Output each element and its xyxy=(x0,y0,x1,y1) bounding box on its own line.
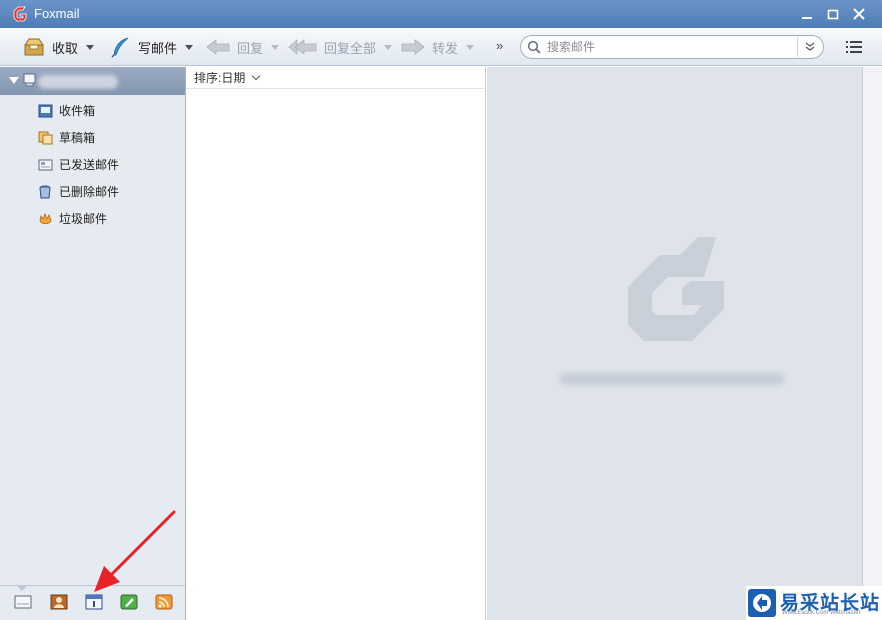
folder-spam[interactable]: 垃圾邮件 xyxy=(0,205,185,232)
folder-label: 垃圾邮件 xyxy=(59,212,108,226)
search-box xyxy=(520,35,824,59)
feather-pen-icon xyxy=(111,37,129,58)
preview-pane xyxy=(487,67,862,620)
reply-arrow-icon xyxy=(206,39,230,55)
double-chevron-down-icon xyxy=(805,42,815,51)
reply-label: 回复 xyxy=(237,40,264,56)
active-tab-indicator xyxy=(16,585,28,591)
folder-label: 已发送邮件 xyxy=(59,158,120,172)
right-edge-strip xyxy=(862,67,882,620)
account-name-redacted xyxy=(38,75,118,89)
forward-button[interactable]: 转发 xyxy=(400,33,475,61)
expand-triangle-icon[interactable] xyxy=(9,77,19,84)
reply-all-button[interactable]: 回复全部 xyxy=(288,33,393,61)
minimize-icon xyxy=(802,17,812,19)
message-list: 排序:日期 xyxy=(186,67,486,620)
redacted-text xyxy=(559,373,785,385)
easck-logo-icon xyxy=(748,589,776,617)
more-tools-button[interactable]: » xyxy=(496,38,503,53)
window-title: Foxmail xyxy=(34,6,80,21)
receive-button[interactable]: 收取 xyxy=(22,33,95,61)
folder-inbox[interactable]: 收件箱 xyxy=(0,97,185,124)
compose-button[interactable]: 写邮件 xyxy=(110,33,194,61)
chevron-down-icon[interactable] xyxy=(86,44,95,50)
mail-tab-icon[interactable] xyxy=(14,594,32,610)
calendar-tab-icon[interactable] xyxy=(85,594,103,610)
site-watermark: 易采站长站 Www.Easck.Com Webmaster xyxy=(746,586,882,620)
rss-tab-icon[interactable] xyxy=(155,594,173,610)
close-icon xyxy=(853,8,865,20)
chevron-down-icon[interactable] xyxy=(466,44,475,50)
sent-icon xyxy=(38,159,53,170)
toolbar: 收取 写邮件 回复 回复全部 转发 » xyxy=(0,28,882,66)
sort-label: 排序:日期 xyxy=(194,71,246,85)
folder-trash[interactable]: 已删除邮件 xyxy=(0,178,185,205)
inbox-tray-icon xyxy=(24,38,44,56)
folder-list: 收件箱 草稿箱 已发送邮件 已删除邮件 垃圾邮件 xyxy=(0,97,185,232)
maximize-button[interactable] xyxy=(822,4,844,24)
search-input[interactable] xyxy=(547,38,787,56)
chevron-down-icon[interactable] xyxy=(185,44,194,50)
folder-panel: 收件箱 草稿箱 已发送邮件 已删除邮件 垃圾邮件 xyxy=(0,67,186,620)
notes-tab-icon[interactable] xyxy=(120,594,138,610)
chevron-down-icon[interactable] xyxy=(271,44,280,50)
chevron-down-icon[interactable] xyxy=(384,44,393,50)
foxmail-logo-icon xyxy=(13,6,27,22)
search-options-button[interactable] xyxy=(797,37,821,57)
trash-icon xyxy=(39,185,51,198)
foxmail-watermark-logo xyxy=(628,237,724,341)
account-header[interactable] xyxy=(0,67,185,95)
spam-icon xyxy=(39,212,52,224)
close-button[interactable] xyxy=(848,4,870,24)
forward-label: 转发 xyxy=(432,40,459,56)
compose-label: 写邮件 xyxy=(138,40,178,56)
watermark-subtitle: Www.Easck.Com Webmaster xyxy=(782,610,861,616)
reply-all-label: 回复全部 xyxy=(324,40,377,56)
folder-label: 草稿箱 xyxy=(59,131,96,145)
chevron-down-icon[interactable] xyxy=(252,71,261,81)
contacts-tab-icon[interactable] xyxy=(50,594,68,610)
reply-button[interactable]: 回复 xyxy=(205,33,280,61)
folder-label: 收件箱 xyxy=(59,104,96,118)
sort-bar[interactable]: 排序:日期 xyxy=(186,67,486,89)
module-tabs xyxy=(0,585,185,620)
folder-label: 已删除邮件 xyxy=(59,185,120,199)
minimize-button[interactable] xyxy=(796,4,818,24)
folder-sent[interactable]: 已发送邮件 xyxy=(0,151,185,178)
receive-label: 收取 xyxy=(52,40,79,56)
drafts-icon xyxy=(38,131,53,144)
maximize-icon xyxy=(827,9,839,20)
reply-all-arrow-icon xyxy=(288,39,317,55)
account-icon xyxy=(23,73,36,87)
inbox-icon xyxy=(38,104,53,117)
title-bar: Foxmail xyxy=(0,0,882,28)
folder-drafts[interactable]: 草稿箱 xyxy=(0,124,185,151)
forward-arrow-icon xyxy=(401,39,425,55)
search-icon xyxy=(527,40,541,54)
menu-list-icon[interactable] xyxy=(846,40,862,54)
